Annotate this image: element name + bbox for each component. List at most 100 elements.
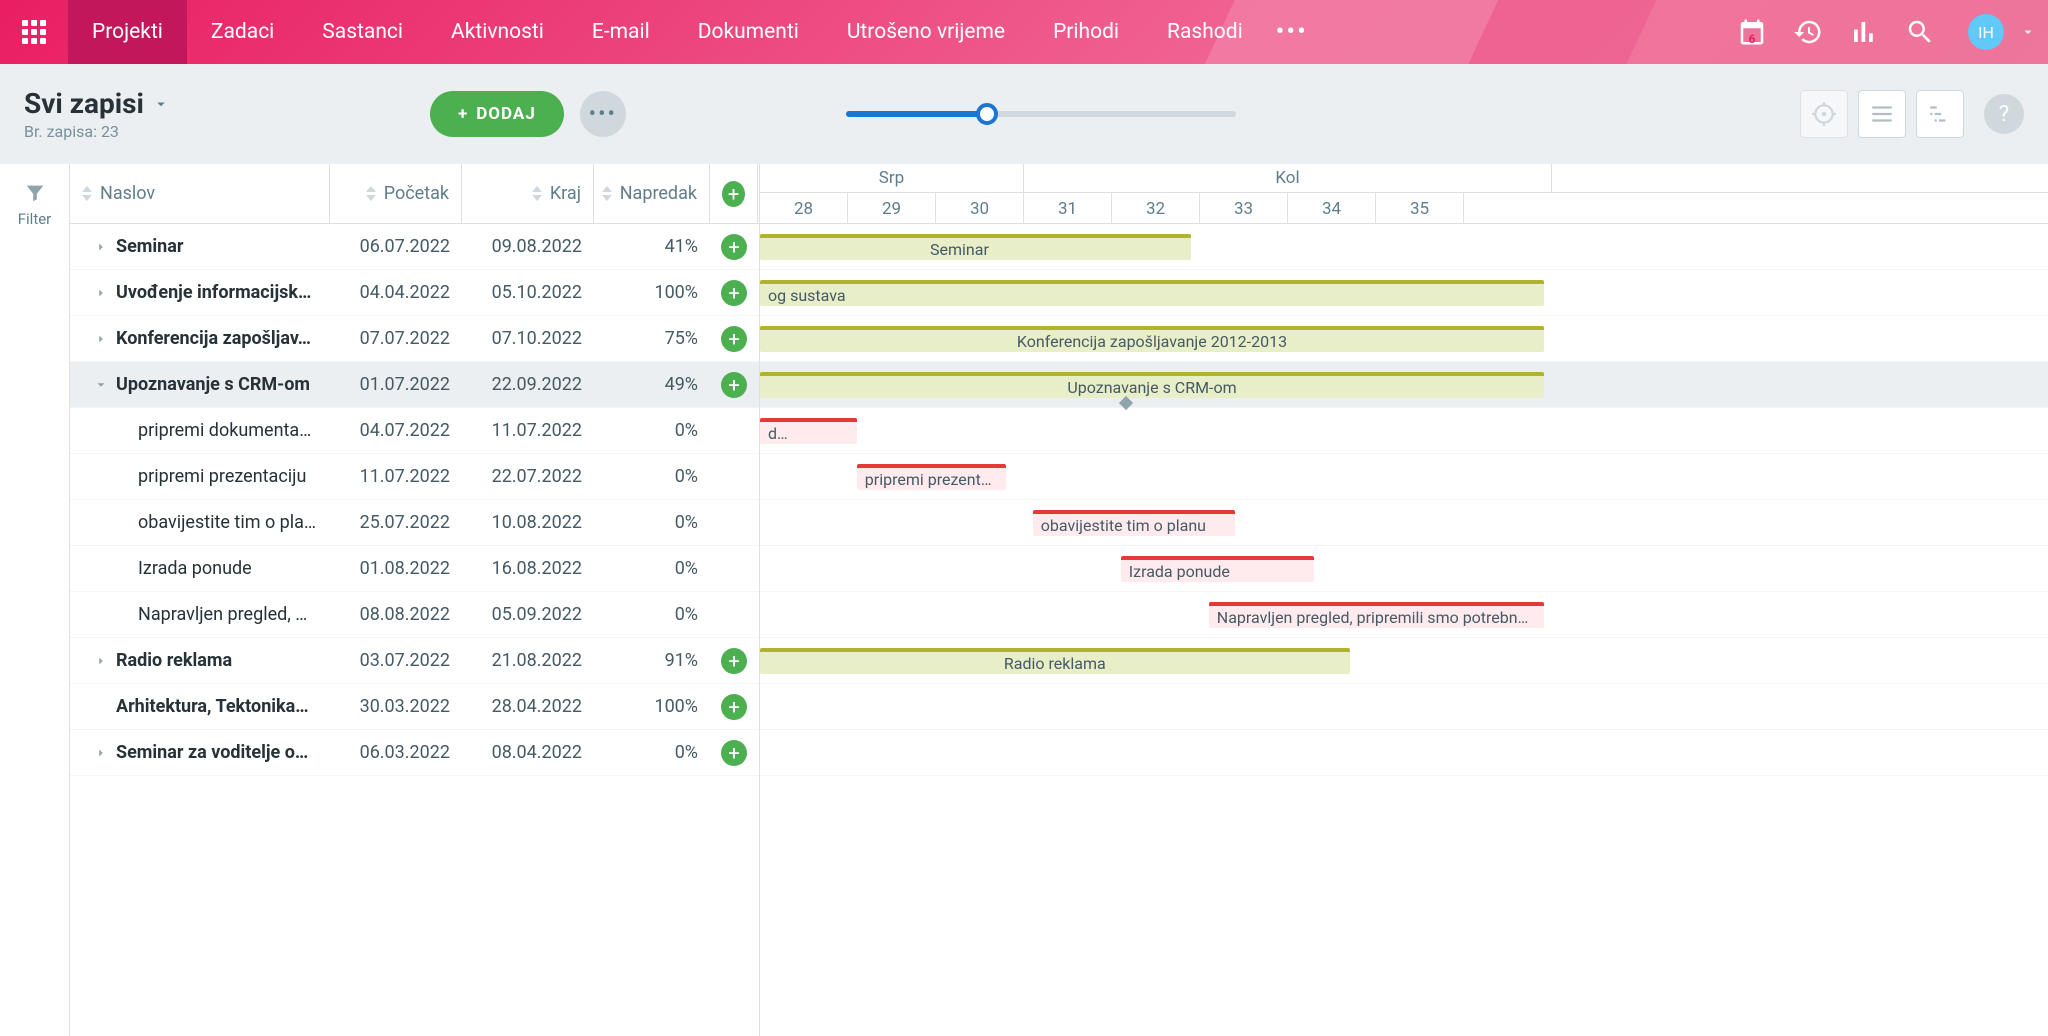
more-actions-button[interactable]: ••• [580, 91, 626, 137]
table-row[interactable]: obavijestite tim o pla…25.07.202210.08.2… [70, 500, 759, 546]
sort-icon[interactable] [82, 186, 92, 201]
nav-item[interactable]: Projekti [68, 0, 187, 64]
gantt-row: og sustava [760, 270, 2048, 316]
column-end[interactable]: Kraj [462, 164, 594, 223]
gantt-bar-task[interactable]: obavijestite tim o planu [1033, 510, 1235, 536]
nav-item[interactable]: Prihodi [1029, 0, 1143, 64]
add-button[interactable]: + DODAJ [430, 91, 564, 137]
table-row[interactable]: Uvođenje informacijsk…04.04.202205.10.20… [70, 270, 759, 316]
nav-item[interactable]: Rashodi [1143, 0, 1267, 64]
column-start[interactable]: Početak [330, 164, 462, 223]
sort-icon[interactable] [366, 186, 376, 201]
gantt-month: Srp [760, 164, 1024, 192]
history-icon[interactable] [1780, 0, 1836, 64]
table-row[interactable]: Izrada ponude01.08.202216.08.20220% [70, 546, 759, 592]
add-child-button[interactable]: + [721, 648, 747, 674]
help-button[interactable]: ? [1984, 94, 2024, 134]
nav-item[interactable]: Sastanci [298, 0, 427, 64]
gantt-bar-task[interactable]: d… [760, 418, 857, 444]
filter-column[interactable]: Filter [0, 164, 70, 1036]
sort-icon[interactable] [532, 186, 542, 201]
cell-end: 07.10.2022 [462, 328, 594, 349]
cell-end: 05.10.2022 [462, 282, 594, 303]
apps-icon[interactable] [0, 0, 68, 64]
row-title: Radio reklama [116, 650, 330, 671]
table-row[interactable]: Seminar06.07.202209.08.202241%+ [70, 224, 759, 270]
filter-icon [24, 182, 46, 204]
gantt-bar-project[interactable]: og sustava [760, 280, 1544, 306]
table-row[interactable]: pripremi dokumenta…04.07.202211.07.20220… [70, 408, 759, 454]
column-progress[interactable]: Napredak [594, 164, 710, 223]
search-icon[interactable] [1892, 0, 1948, 64]
table-row[interactable]: Radio reklama03.07.202221.08.202291%+ [70, 638, 759, 684]
zoom-handle[interactable] [976, 103, 998, 125]
add-child-button[interactable]: + [721, 694, 747, 720]
avatar[interactable]: IH [1968, 14, 2004, 50]
gantt-week: 31 [1024, 193, 1112, 224]
row-title: pripremi prezentaciju [138, 466, 330, 487]
cell-progress: 75% [594, 328, 710, 349]
cell-start: 30.03.2022 [330, 696, 462, 717]
gantt-row: Napravljen pregled, pripremili smo potre… [760, 592, 2048, 638]
gantt-row [760, 684, 2048, 730]
row-title: Izrada ponude [138, 558, 330, 579]
chevron-right-icon[interactable] [86, 654, 116, 668]
filter-label: Filter [18, 210, 52, 228]
cell-end: 22.09.2022 [462, 374, 594, 395]
gantt-week: 28 [760, 193, 848, 224]
chevron-right-icon[interactable] [86, 286, 116, 300]
table-row[interactable]: Upoznavanje s CRM-om01.07.202222.09.2022… [70, 362, 759, 408]
nav-item[interactable]: Zadaci [187, 0, 298, 64]
table-row[interactable]: Arhitektura, Tektonika…30.03.202228.04.2… [70, 684, 759, 730]
view-title[interactable]: Svi zapisi [24, 87, 144, 120]
add-child-button[interactable]: + [721, 326, 747, 352]
chart-bar-icon[interactable] [1836, 0, 1892, 64]
table-row[interactable]: Konferencija zapošljav…07.07.202207.10.2… [70, 316, 759, 362]
column-title[interactable]: Naslov [70, 164, 330, 223]
add-child-button[interactable]: + [721, 234, 747, 260]
cell-progress: 91% [594, 650, 710, 671]
nav-more-icon[interactable]: ••• [1267, 17, 1317, 47]
gantt-bar-task[interactable]: Napravljen pregled, pripremili smo potre… [1209, 602, 1544, 628]
gantt-bar-task[interactable]: pripremi prezenta… [857, 464, 1007, 490]
gantt-bar-task[interactable]: Izrada ponude [1121, 556, 1315, 582]
cell-end: 10.08.2022 [462, 512, 594, 533]
add-child-button[interactable]: + [721, 372, 747, 398]
user-menu-chevron-icon[interactable] [2008, 24, 2048, 40]
row-title: obavijestite tim o pla… [138, 512, 330, 533]
target-view-button[interactable] [1800, 90, 1848, 138]
sort-icon[interactable] [602, 186, 612, 201]
zoom-slider[interactable] [846, 111, 1236, 117]
nav-item[interactable]: Utrošeno vrijeme [823, 0, 1029, 64]
table-row[interactable]: pripremi prezentaciju11.07.202222.07.202… [70, 454, 759, 500]
cell-end: 21.08.2022 [462, 650, 594, 671]
row-title: pripremi dokumenta… [138, 420, 330, 441]
nav-item[interactable]: Aktivnosti [427, 0, 568, 64]
list-view-button[interactable] [1858, 90, 1906, 138]
gantt-bar-project[interactable]: Radio reklama [760, 648, 1350, 674]
gantt-bar-project[interactable]: Seminar [760, 234, 1191, 260]
gantt-bar-project[interactable]: Konferencija zapošljavanje 2012-2013 [760, 326, 1544, 352]
cell-end: 05.09.2022 [462, 604, 594, 625]
hierarchy-view-button[interactable] [1916, 90, 1964, 138]
add-child-button[interactable]: + [721, 280, 747, 306]
chevron-right-icon[interactable] [86, 332, 116, 346]
chevron-right-icon[interactable] [86, 746, 116, 760]
nav-item[interactable]: Dokumenti [674, 0, 823, 64]
gantt-panel: SrpKol 2829303132333435 Seminarog sustav… [760, 164, 2048, 1036]
table-row[interactable]: Seminar za voditelje o…06.03.202208.04.2… [70, 730, 759, 776]
calendar-icon[interactable]: 6 [1724, 0, 1780, 64]
chevron-down-icon[interactable] [86, 378, 116, 392]
chevron-down-icon[interactable] [152, 95, 170, 113]
table-row[interactable]: Napravljen pregled, …08.08.202205.09.202… [70, 592, 759, 638]
row-title: Napravljen pregled, … [138, 604, 330, 625]
gantt-week: 30 [936, 193, 1024, 224]
add-child-button[interactable]: + [721, 740, 747, 766]
add-row-button[interactable]: + [722, 181, 745, 207]
nav-item[interactable]: E-mail [568, 0, 674, 64]
gantt-row: Seminar [760, 224, 2048, 270]
chevron-right-icon[interactable] [86, 240, 116, 254]
row-title: Arhitektura, Tektonika… [116, 696, 330, 717]
gantt-bar-project[interactable]: Upoznavanje s CRM-om [760, 372, 1544, 398]
cell-progress: 100% [594, 282, 710, 303]
